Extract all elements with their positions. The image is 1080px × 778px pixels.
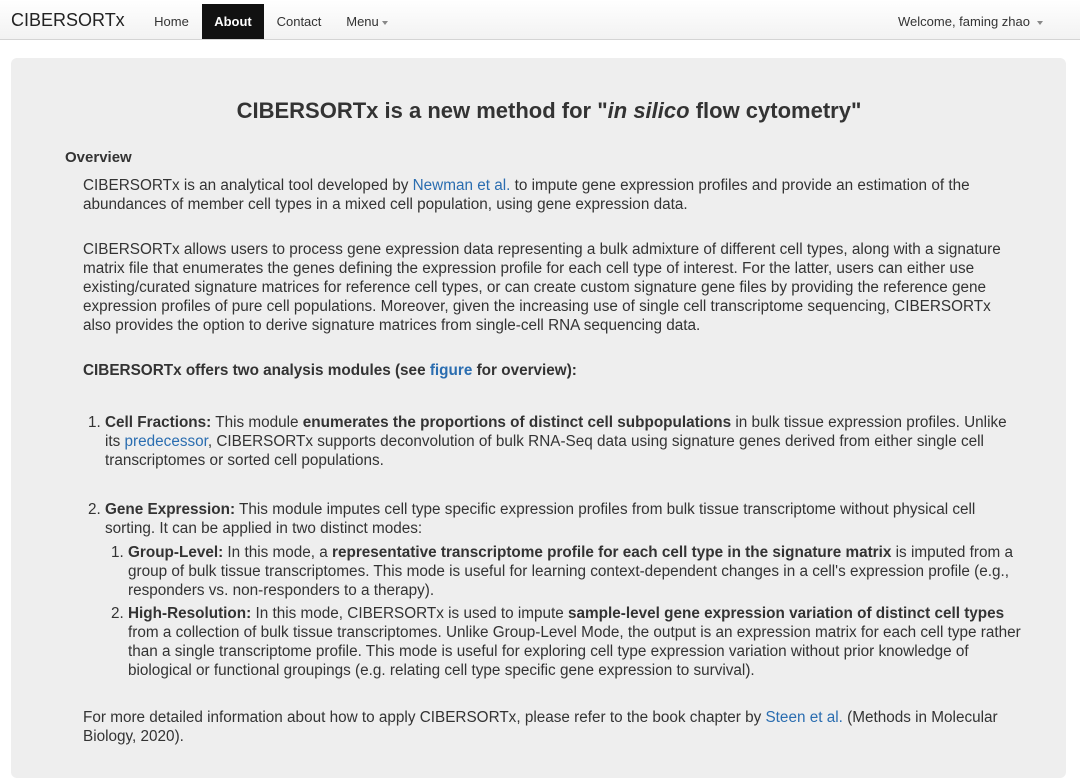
overview-title: Overview	[65, 149, 132, 166]
nav-contact[interactable]: Contact	[264, 4, 334, 39]
predecessor-link[interactable]: predecessor	[125, 433, 208, 450]
headline-suffix: flow cytometry"	[689, 98, 862, 123]
mode-high-resolution: 2. High-Resolution: In this mode, CIBERSO…	[111, 604, 1026, 680]
mode-bold-text: representative transcriptome profile for…	[332, 544, 892, 561]
nav-menu-label: Menu	[346, 14, 379, 29]
brand-logo[interactable]: CIBERSORTx	[11, 0, 125, 40]
top-navbar: CIBERSORTx Home About Contact Menu Welco…	[0, 0, 1080, 40]
figure-link[interactable]: figure	[430, 362, 473, 379]
mode-text: from a collection of bulk tissue transcr…	[128, 624, 1021, 679]
module-text: This module	[211, 414, 303, 431]
headline-italic: in silico	[607, 98, 690, 123]
modules-intro-text-a: CIBERSORTx offers two analysis modules (…	[83, 362, 430, 379]
nav-menu-dropdown[interactable]: Menu	[334, 4, 400, 39]
module-text: , CIBERSORTx supports deconvolution of b…	[105, 433, 984, 469]
list-number: 1.	[111, 544, 124, 561]
modules-intro-text-b: for overview):	[472, 362, 577, 379]
overview-paragraph-2: CIBERSORTx allows users to process gene …	[83, 241, 1001, 334]
book-chapter-note: For more detailed information about how …	[83, 708, 1023, 746]
module-text: This module imputes cell type specific e…	[105, 501, 976, 537]
module-title: Cell Fractions:	[105, 414, 212, 431]
mode-group-level: 1. Group-Level: In this mode, a represent…	[111, 543, 1026, 600]
mode-text: In this mode, CIBERSORTx is used to impu…	[251, 605, 569, 622]
steen-link[interactable]: Steen et al.	[765, 709, 842, 726]
list-number: 2.	[88, 501, 101, 518]
mode-text: In this mode, a	[223, 544, 333, 561]
page-headline: CIBERSORTx is a new method for "in silic…	[11, 98, 1080, 124]
mode-title: Group-Level:	[128, 544, 224, 561]
user-menu-dropdown[interactable]: Welcome, faming zhao	[898, 4, 1062, 39]
overview-paragraph-1: CIBERSORTx is an analytical tool develop…	[83, 176, 1023, 214]
caret-down-icon	[381, 20, 388, 25]
mode-bold-text: sample-level gene expression variation o…	[568, 605, 1005, 622]
newman-link[interactable]: Newman et al.	[413, 177, 511, 194]
list-number: 2.	[111, 605, 124, 622]
overview-p1-text-a: CIBERSORTx is an analytical tool develop…	[83, 177, 413, 194]
nav-home[interactable]: Home	[141, 4, 202, 39]
user-welcome-label: Welcome, faming zhao	[898, 14, 1030, 29]
module-gene-expression: 2. Gene Expression: This module imputes c…	[88, 500, 1025, 538]
content-well: CIBERSORTx is a new method for "in silic…	[11, 58, 1066, 778]
module-title: Gene Expression:	[105, 501, 236, 518]
headline-prefix: CIBERSORTx is a new method for "	[236, 98, 608, 123]
mode-title: High-Resolution:	[128, 605, 252, 622]
nav-about[interactable]: About	[202, 4, 264, 39]
module-cell-fractions: 1. Cell Fractions: This module enumerates…	[88, 413, 1025, 470]
note-text-a: For more detailed information about how …	[83, 709, 766, 726]
module-bold-text: enumerates the proportions of distinct c…	[302, 414, 732, 431]
list-number: 1.	[88, 414, 101, 431]
caret-down-icon	[1037, 20, 1043, 25]
modules-intro: CIBERSORTx offers two analysis modules (…	[83, 361, 1023, 380]
